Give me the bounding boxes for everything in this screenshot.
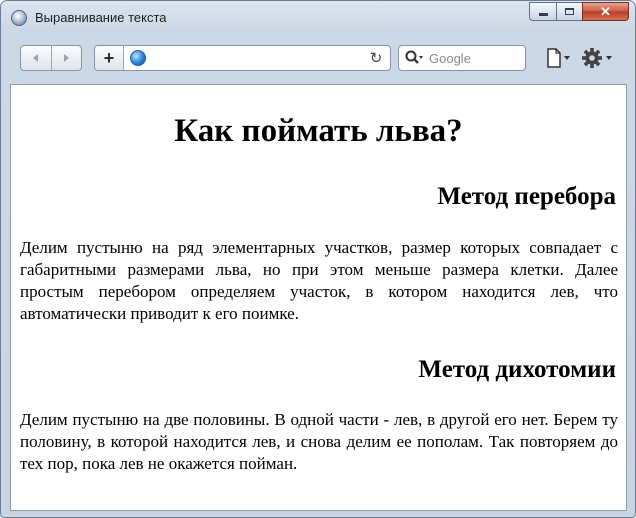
- maximize-button[interactable]: [556, 2, 582, 21]
- navigation-buttons: [20, 45, 82, 71]
- title-bar[interactable]: Выравнивание текста ✕: [1, 1, 635, 35]
- browser-app-icon: [11, 10, 27, 26]
- section-paragraph-brute-force: Делим пустыню на ряд элементарных участк…: [20, 238, 618, 323]
- search-box: [398, 45, 526, 71]
- close-button[interactable]: ✕: [582, 2, 629, 21]
- back-button[interactable]: [21, 46, 51, 70]
- maximize-icon: [565, 8, 574, 15]
- url-input[interactable]: [151, 49, 361, 67]
- page-content: Как поймать льва? Метод перебора Делим п…: [10, 84, 627, 511]
- section-heading-dichotomy: Метод дихотомии: [418, 356, 616, 383]
- tools-menu-button[interactable]: [581, 47, 615, 69]
- forward-button[interactable]: [50, 46, 82, 70]
- globe-icon: [130, 50, 146, 66]
- reload-button[interactable]: ↻: [367, 48, 385, 68]
- address-bar: + ↻: [94, 45, 391, 71]
- gear-icon: [582, 48, 612, 68]
- search-input[interactable]: [429, 50, 519, 66]
- section-paragraph-dichotomy: Делим пустыню на две половины. В одной ч…: [20, 410, 618, 473]
- search-icon[interactable]: [404, 49, 424, 67]
- browser-toolbar: + ↻: [1, 45, 635, 77]
- section-heading-brute-force: Метод перебора: [437, 183, 616, 210]
- page-icon: [547, 48, 570, 68]
- forward-arrow-icon: [64, 54, 70, 62]
- back-arrow-icon: [32, 54, 38, 62]
- page-menu-button[interactable]: [545, 48, 573, 68]
- caption-buttons: ✕: [529, 2, 629, 22]
- minimize-button[interactable]: [529, 2, 556, 21]
- plus-icon: +: [103, 47, 115, 68]
- reload-icon: ↻: [369, 50, 383, 67]
- minimize-icon: [538, 12, 548, 16]
- window-title: Выравнивание текста: [35, 10, 167, 25]
- page-title: Как поймать льва?: [174, 113, 463, 149]
- browser-window: Выравнивание текста ✕ + ↻ Google Как пой…: [0, 0, 636, 518]
- close-icon: ✕: [600, 3, 611, 19]
- add-bookmark-button[interactable]: +: [95, 46, 124, 70]
